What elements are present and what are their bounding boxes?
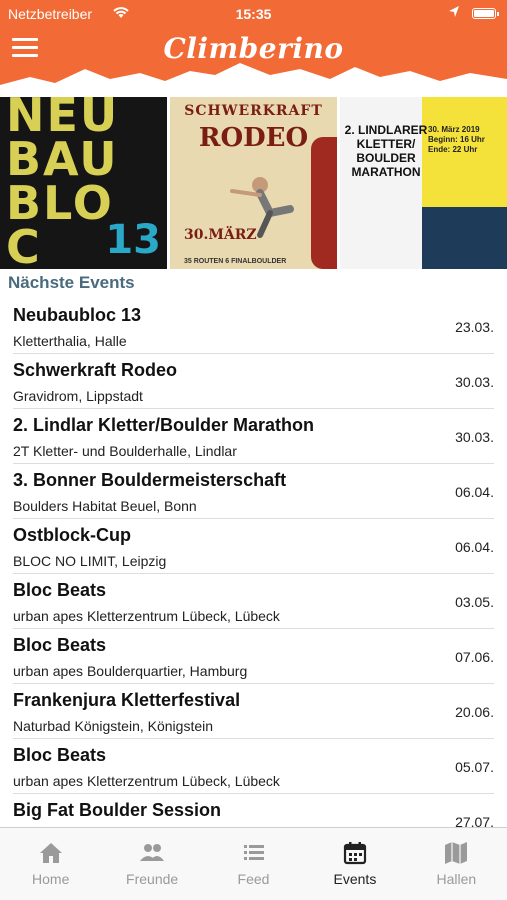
poster-neubaubloc-number: 13 bbox=[105, 217, 161, 263]
app-header: Netzbetreiber 15:35 Climberino bbox=[0, 0, 507, 95]
event-row[interactable]: Bloc Beats urban apes Boulderquartier, H… bbox=[13, 629, 494, 684]
event-date: 07.06. bbox=[455, 649, 494, 665]
tab-feed[interactable]: Feed bbox=[203, 828, 304, 900]
poster-schwerkraft-rodeo[interactable]: SCHWERKRAFT RODEO 30.MÄRZ 35 ROUTEN 6 FI… bbox=[170, 97, 337, 269]
map-icon bbox=[445, 842, 468, 864]
event-date: 30.03. bbox=[455, 374, 494, 390]
tab-label: Feed bbox=[237, 871, 270, 887]
poster-lindlar-title: 2. LINDLARER KLETTER/ BOULDER MARATHON bbox=[344, 123, 428, 179]
event-date: 27.07. bbox=[455, 814, 494, 827]
tab-freunde[interactable]: Freunde bbox=[101, 828, 202, 900]
calendar-icon bbox=[343, 842, 367, 865]
event-location: urban apes Boulderquartier, Hamburg bbox=[13, 663, 248, 679]
event-location: Naturbad Königstein, Königstein bbox=[13, 718, 214, 734]
event-row[interactable]: Bloc Beats urban apes Kletterzentrum Lüb… bbox=[13, 739, 494, 794]
poster-rodeo-line2: RODEO bbox=[198, 123, 309, 153]
event-row[interactable]: Neubaubloc 13 Kletterthalia, Halle 23.03… bbox=[13, 299, 494, 354]
poster-lindlar-dateline: 30. März 2019 Beginn: 16 Uhr Ende: 22 Uh… bbox=[428, 125, 485, 154]
event-name: Bloc Beats bbox=[13, 745, 107, 765]
event-name: Frankenjura Kletterfestival bbox=[13, 690, 241, 710]
event-row[interactable]: Frankenjura Kletterfestival Naturbad Kön… bbox=[13, 684, 494, 739]
event-date: 23.03. bbox=[455, 319, 494, 335]
event-date: 20.06. bbox=[455, 704, 494, 720]
home-icon bbox=[39, 843, 62, 863]
event-date: 06.04. bbox=[455, 539, 494, 555]
event-location: Kletterthalia, Halle bbox=[13, 333, 127, 349]
event-name: Schwerkraft Rodeo bbox=[13, 360, 178, 380]
tab-bar: Home Freunde Feed Events Hallen bbox=[0, 827, 507, 900]
tab-events[interactable]: Events bbox=[304, 828, 405, 900]
event-name: Ostblock-Cup bbox=[13, 525, 132, 545]
tab-home[interactable]: Home bbox=[0, 828, 101, 900]
event-date: 30.03. bbox=[455, 429, 494, 445]
event-date: 06.04. bbox=[455, 484, 494, 500]
event-date: 05.07. bbox=[455, 759, 494, 775]
event-date: 03.05. bbox=[455, 594, 494, 610]
tab-label: Events bbox=[333, 871, 377, 887]
section-title: Nächste Events bbox=[8, 273, 135, 292]
event-row[interactable]: Ostblock-Cup BLOC NO LIMIT, Leipzig 06.0… bbox=[13, 519, 494, 574]
event-location: Gravidrom, Lippstadt bbox=[13, 388, 143, 404]
tab-hallen[interactable]: Hallen bbox=[406, 828, 507, 900]
mountains-graphic bbox=[0, 63, 507, 95]
event-name: Big Fat Boulder Session bbox=[13, 800, 222, 820]
event-location: urban apes Kletterzentrum Lübeck, Lübeck bbox=[13, 608, 280, 624]
poster-rock-wall bbox=[311, 137, 337, 269]
event-row[interactable]: Schwerkraft Rodeo Gravidrom, Lippstadt 3… bbox=[13, 354, 494, 409]
event-row[interactable]: Big Fat Boulder Session 27.07. bbox=[13, 794, 494, 827]
poster-neubaubloc-text: NEU BAU BLO C bbox=[6, 97, 120, 269]
event-location: 2T Kletter- und Boulderhalle, Lindlar bbox=[13, 443, 237, 459]
event-banner[interactable]: NEU BAU BLO C 13 SCHWERKRAFT RODEO 30.MÄ… bbox=[0, 97, 507, 269]
event-name: 2. Lindlar Kletter/Boulder Marathon bbox=[13, 415, 315, 435]
poster-rodeo-footer: 35 ROUTEN 6 FINALBOULDER bbox=[184, 258, 287, 265]
poster-lindlar-marathon[interactable]: 2. LINDLARER KLETTER/ BOULDER MARATHON 3… bbox=[340, 97, 507, 269]
poster-neubaubloc[interactable]: NEU BAU BLO C 13 bbox=[0, 97, 167, 269]
tab-label: Home bbox=[32, 871, 70, 887]
event-location: BLOC NO LIMIT, Leipzig bbox=[13, 553, 167, 569]
location-arrow-icon bbox=[448, 5, 460, 22]
poster-rodeo-line1: SCHWERKRAFT bbox=[184, 103, 323, 119]
clock: 15:35 bbox=[235, 6, 272, 22]
tab-label: Freunde bbox=[126, 871, 179, 887]
tab-label: Hallen bbox=[436, 871, 477, 887]
event-location: Boulders Habitat Beuel, Bonn bbox=[13, 498, 197, 514]
event-location: urban apes Kletterzentrum Lübeck, Lübeck bbox=[13, 773, 280, 789]
events-list[interactable]: Neubaubloc 13 Kletterthalia, Halle 23.03… bbox=[0, 299, 507, 827]
poster-dark-panel bbox=[422, 207, 507, 269]
event-name: Bloc Beats bbox=[13, 635, 107, 655]
event-name: Bloc Beats bbox=[13, 580, 107, 600]
event-name: Neubaubloc 13 bbox=[13, 305, 142, 325]
status-bar: Netzbetreiber 15:35 bbox=[0, 4, 507, 24]
event-row[interactable]: 3. Bonner Bouldermeisterschaft Boulders … bbox=[13, 464, 494, 519]
poster-rodeo-date: 30.MÄRZ bbox=[184, 227, 257, 243]
event-name: 3. Bonner Bouldermeisterschaft bbox=[13, 470, 287, 490]
battery-icon bbox=[472, 8, 499, 19]
event-row[interactable]: Bloc Beats urban apes Kletterzentrum Lüb… bbox=[13, 574, 494, 629]
list-icon bbox=[243, 845, 264, 860]
event-row[interactable]: 2. Lindlar Kletter/Boulder Marathon 2T K… bbox=[13, 409, 494, 464]
friends-icon bbox=[140, 844, 165, 861]
